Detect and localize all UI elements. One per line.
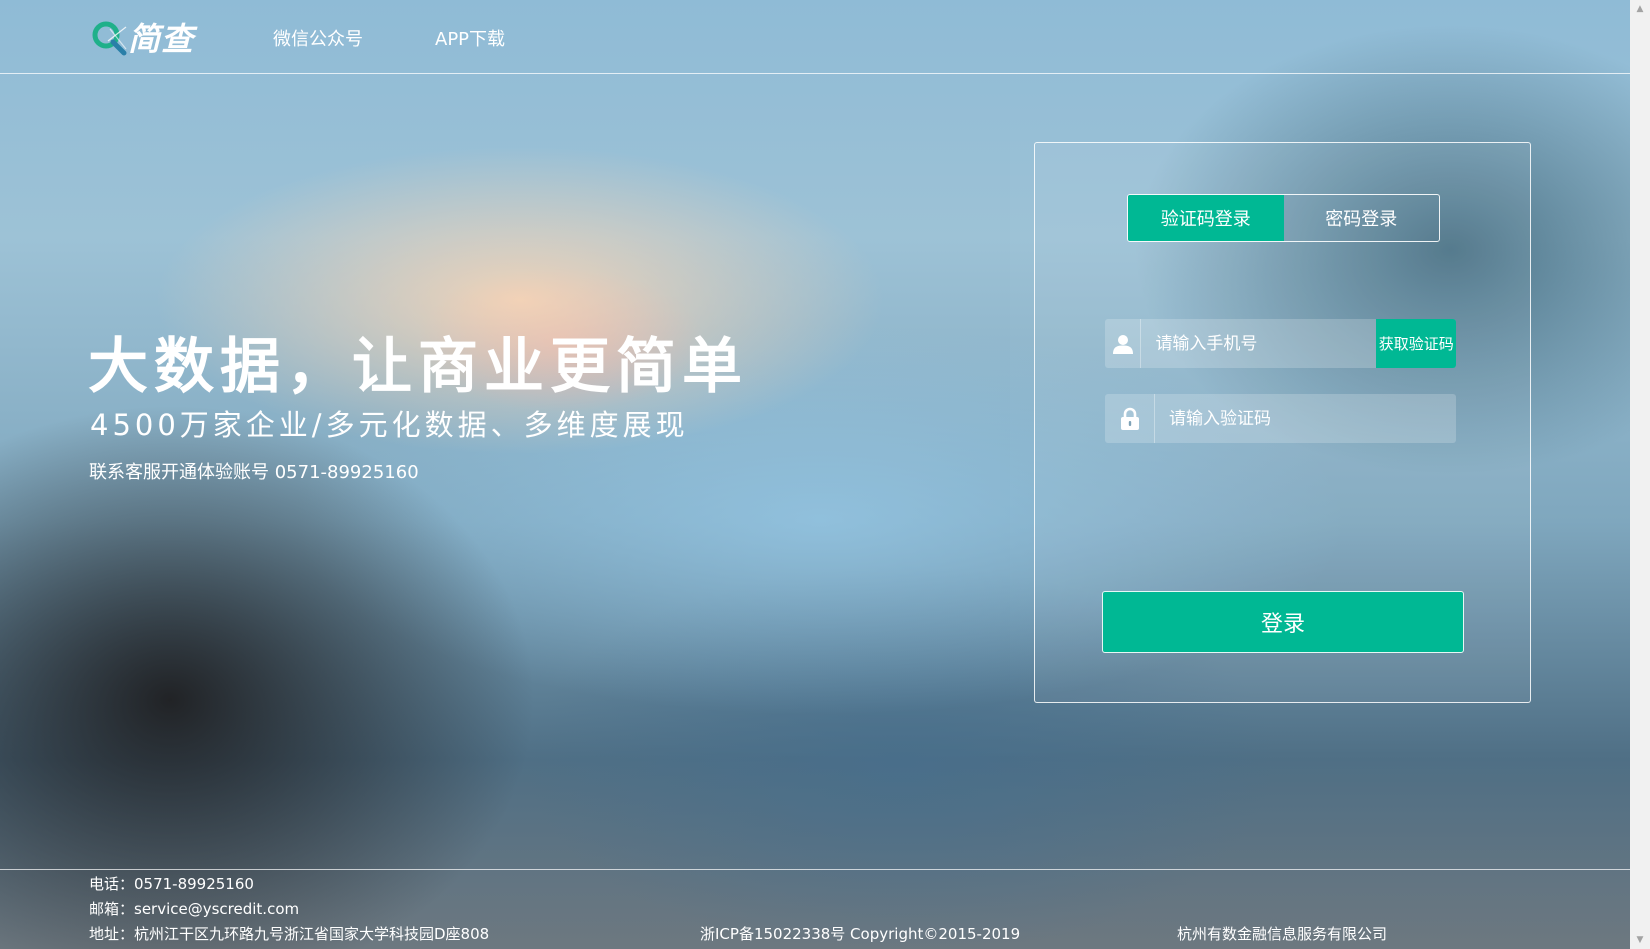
nav-wechat-link[interactable]: 微信公众号 bbox=[273, 25, 363, 51]
top-nav-bar: 简查 微信公众号 APP下载 bbox=[0, 0, 1630, 74]
code-input[interactable] bbox=[1155, 394, 1456, 443]
footer-icp-copyright: 浙ICP备15022338号 Copyright©2015-2019 bbox=[700, 925, 1021, 943]
footer-address: 地址：杭州江干区九环路九号浙江省国家大学科技园D座808 bbox=[89, 925, 490, 943]
tab-sms-login[interactable]: 验证码登录 bbox=[1128, 195, 1284, 241]
phone-input[interactable] bbox=[1141, 319, 1377, 368]
hero-title: 大数据，让商业更简单 bbox=[88, 332, 748, 402]
login-page: 简查 微信公众号 APP下载 大数据，让商业更简单 4500万家企业/多元化数据… bbox=[0, 0, 1630, 949]
scroll-down-icon[interactable]: ▼ bbox=[1630, 931, 1650, 949]
scroll-up-icon[interactable]: ▲ bbox=[1630, 0, 1650, 18]
nav-app-download-link[interactable]: APP下载 bbox=[435, 25, 505, 51]
code-field bbox=[1105, 394, 1456, 443]
logo-magnifier-icon bbox=[90, 19, 127, 56]
footer: 电话：0571-89925160 邮箱：service@yscredit.com… bbox=[0, 869, 1630, 949]
login-panel: 验证码登录 密码登录 获取验证码 登录 bbox=[1034, 142, 1531, 703]
logo-text: 简查 bbox=[128, 20, 195, 58]
footer-email: 邮箱：service@yscredit.com bbox=[89, 900, 300, 918]
brand-logo[interactable]: 简查 bbox=[90, 14, 194, 60]
login-submit-button[interactable]: 登录 bbox=[1102, 591, 1464, 653]
hero-subtitle: 4500万家企业/多元化数据、多维度展现 bbox=[90, 408, 689, 442]
lock-icon bbox=[1105, 394, 1155, 443]
get-code-button[interactable]: 获取验证码 bbox=[1376, 319, 1456, 368]
vertical-scrollbar[interactable]: ▲ ▼ bbox=[1630, 0, 1650, 949]
user-icon bbox=[1105, 319, 1142, 368]
phone-field: 获取验证码 bbox=[1105, 319, 1456, 368]
hero-contact-line: 联系客服开通体验账号 0571-89925160 bbox=[89, 462, 419, 483]
footer-phone: 电话：0571-89925160 bbox=[89, 875, 254, 893]
login-tabs: 验证码登录 密码登录 bbox=[1127, 194, 1440, 242]
tab-password-login[interactable]: 密码登录 bbox=[1284, 195, 1440, 241]
footer-company: 杭州有数金融信息服务有限公司 bbox=[1177, 925, 1388, 943]
